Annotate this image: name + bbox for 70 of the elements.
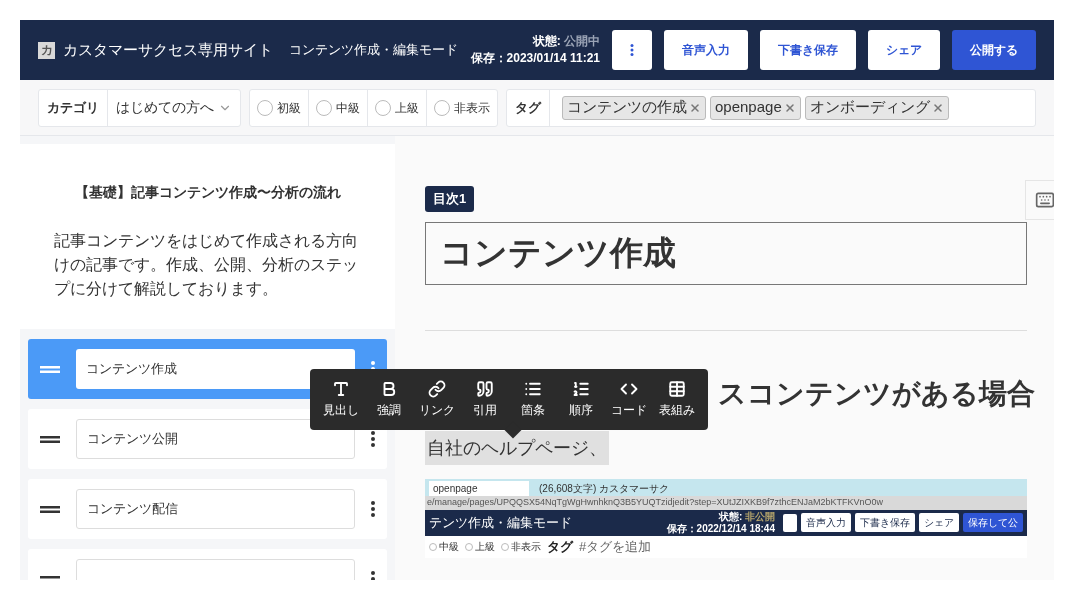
remove-icon[interactable] — [931, 101, 944, 114]
remove-icon[interactable] — [689, 101, 701, 114]
category-label: カテゴリ — [46, 98, 100, 117]
mini-status-label: 状態: — [718, 510, 743, 522]
format-icon — [332, 380, 350, 398]
header-button[interactable]: シェア — [868, 30, 940, 70]
logo: カ — [38, 41, 55, 59]
browser-tab[interactable]: openpage — [429, 480, 529, 496]
tag-label: タグ — [507, 89, 550, 126]
drag-handle-icon[interactable] — [40, 435, 60, 443]
format-button[interactable]: 表組み — [656, 380, 698, 419]
section-title-field[interactable]: コンテンツ配信 — [76, 489, 355, 529]
selected-text: 自社のヘルプページ、 — [425, 430, 609, 465]
level-radio[interactable]: 上級 — [367, 89, 426, 126]
mode-label: コンテンツ作成・編集モード — [289, 41, 458, 60]
site-title: カスタマーサクセス専用サイト — [63, 39, 273, 60]
mini-header-button[interactable]: 音声入力 — [801, 513, 851, 532]
mini-header-button[interactable]: 保存して公 — [963, 513, 1023, 532]
section-title-field[interactable]: コンテンツ公開 — [76, 419, 355, 459]
mini-header-button[interactable]: 下書き保存 — [855, 513, 915, 532]
toc-badge: 目次1 — [425, 186, 475, 212]
more-icon[interactable] — [371, 431, 375, 447]
format-button[interactable]: コード — [608, 380, 650, 419]
saved-time: 保存：2023/01/14 11:21 — [470, 50, 600, 67]
tag-chip[interactable]: オンボーディング — [804, 95, 949, 120]
header-button[interactable]: 音声入力 — [664, 30, 748, 70]
format-icon — [428, 380, 446, 398]
mini-tag-field[interactable]: #タグを追加 — [579, 536, 652, 557]
level-radio[interactable]: 初級 — [250, 89, 308, 126]
header-button[interactable]: 公開する — [952, 30, 1036, 70]
mini-status-value: 非公開 — [745, 510, 775, 522]
mini-saved-time: 保存：2022/12/14 18:44 — [666, 522, 775, 535]
article-title: 【基礎】記事コンテンツ作成〜分析の流れ — [73, 183, 342, 202]
section-item[interactable]: コンテンツ配信 — [28, 479, 387, 539]
status-value: 公開中 — [564, 34, 600, 48]
header-button[interactable]: 下書き保存 — [760, 30, 856, 70]
keyboard-button[interactable] — [1025, 180, 1054, 220]
drag-handle-icon[interactable] — [40, 575, 60, 580]
mini-header-button[interactable]: シェア — [919, 513, 959, 532]
drag-handle-icon[interactable] — [40, 365, 60, 373]
format-button[interactable]: 順序 — [560, 380, 602, 419]
drag-handle-icon[interactable] — [40, 505, 60, 513]
mini-level-radio[interactable]: 非表示 — [501, 539, 541, 554]
remove-icon[interactable] — [783, 101, 796, 114]
tag-chip[interactable]: コンテンツの作成 — [562, 95, 706, 120]
mini-tag-label: タグ — [547, 537, 573, 556]
category-select[interactable]: はじめての方へ — [107, 89, 240, 126]
level-radio[interactable]: 中級 — [308, 89, 367, 126]
tag-chip[interactable]: openpage — [710, 95, 801, 120]
browser-tab[interactable]: (26,608文字) カスタマーサク — [535, 480, 674, 496]
heading-field[interactable]: コンテンツ作成 — [425, 221, 1027, 285]
subheading: スコンテンツがある場合 — [718, 376, 1035, 411]
section-title-field[interactable]: コンテンツ作成 — [76, 349, 355, 389]
format-icon — [476, 380, 494, 398]
level-radio[interactable]: 非表示 — [426, 89, 497, 126]
keyboard-icon — [1035, 190, 1054, 210]
format-button[interactable]: 箇条 — [512, 380, 554, 419]
format-icon — [524, 380, 542, 398]
mini-level-radio[interactable]: 上級 — [465, 539, 495, 554]
format-icon — [668, 380, 686, 398]
article-description: 記事コンテンツをはじめて作成される方向けの記事です。作成、公開、分析のステップに分けて解説しております。 — [54, 231, 359, 299]
status-label: 状態: — [532, 34, 561, 48]
more-icon — [630, 44, 634, 56]
mini-mode-label: テンツ作成・編集モード — [429, 513, 572, 532]
mini-level-radio[interactable]: 中級 — [429, 539, 459, 554]
format-button[interactable]: 引用 — [464, 380, 506, 419]
format-button[interactable]: リンク — [416, 380, 458, 419]
format-icon — [572, 380, 590, 398]
mini-more-button[interactable] — [783, 513, 797, 532]
more-icon[interactable] — [371, 501, 375, 517]
